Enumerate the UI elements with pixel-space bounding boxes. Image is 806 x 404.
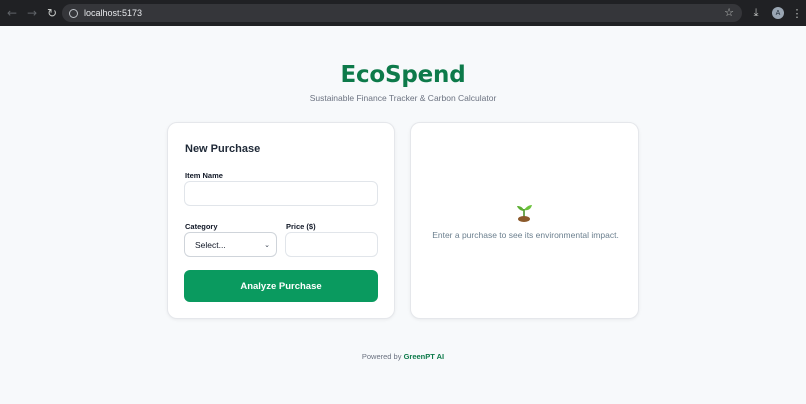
chevron-down-icon: ⌄ bbox=[264, 240, 270, 249]
sprout-icon bbox=[517, 205, 532, 222]
category-selected-value: Select... bbox=[195, 239, 226, 250]
empty-state-message: Enter a purchase to see its environmenta… bbox=[432, 230, 619, 240]
impact-result-card: Enter a purchase to see its environmenta… bbox=[410, 122, 639, 319]
address-bar[interactable]: localhost:5173 ☆ bbox=[62, 4, 742, 22]
reload-icon[interactable]: ↻ bbox=[42, 0, 62, 26]
bookmark-star-icon[interactable]: ☆ bbox=[724, 4, 734, 22]
url-text: localhost:5173 bbox=[84, 8, 143, 18]
app-header: EcoSpend Sustainable Finance Tracker & C… bbox=[0, 62, 806, 103]
browser-toolbar: ← → ↻ localhost:5173 ☆ ⤓ A ⋮ bbox=[0, 0, 806, 26]
purchase-form-card: New Purchase Item Name Category Select..… bbox=[167, 122, 395, 319]
profile-avatar[interactable]: A bbox=[772, 7, 784, 19]
forward-arrow-icon[interactable]: → bbox=[22, 0, 42, 26]
category-select[interactable]: Select... ⌄ bbox=[184, 232, 277, 257]
footer-brand: GreenPT AI bbox=[403, 352, 445, 361]
footer-prefix: Powered by bbox=[361, 352, 402, 361]
form-title: New Purchase bbox=[185, 143, 261, 155]
price-input[interactable] bbox=[285, 232, 378, 257]
app-tagline: Sustainable Finance Tracker & Carbon Cal… bbox=[309, 93, 497, 103]
back-arrow-icon[interactable]: ← bbox=[2, 0, 22, 26]
item-name-label: Item Name bbox=[185, 171, 223, 180]
download-icon[interactable]: ⤓ bbox=[746, 0, 766, 26]
app-logo: EcoSpend bbox=[340, 62, 466, 88]
analyze-purchase-button[interactable]: Analyze Purchase bbox=[184, 270, 378, 302]
price-label: Price ($) bbox=[286, 222, 316, 231]
site-info-icon[interactable] bbox=[64, 4, 82, 22]
kebab-menu-icon[interactable]: ⋮ bbox=[790, 0, 804, 26]
item-name-input[interactable] bbox=[184, 181, 378, 206]
category-label: Category bbox=[185, 222, 218, 231]
footer: Powered by GreenPT AI bbox=[0, 352, 806, 361]
